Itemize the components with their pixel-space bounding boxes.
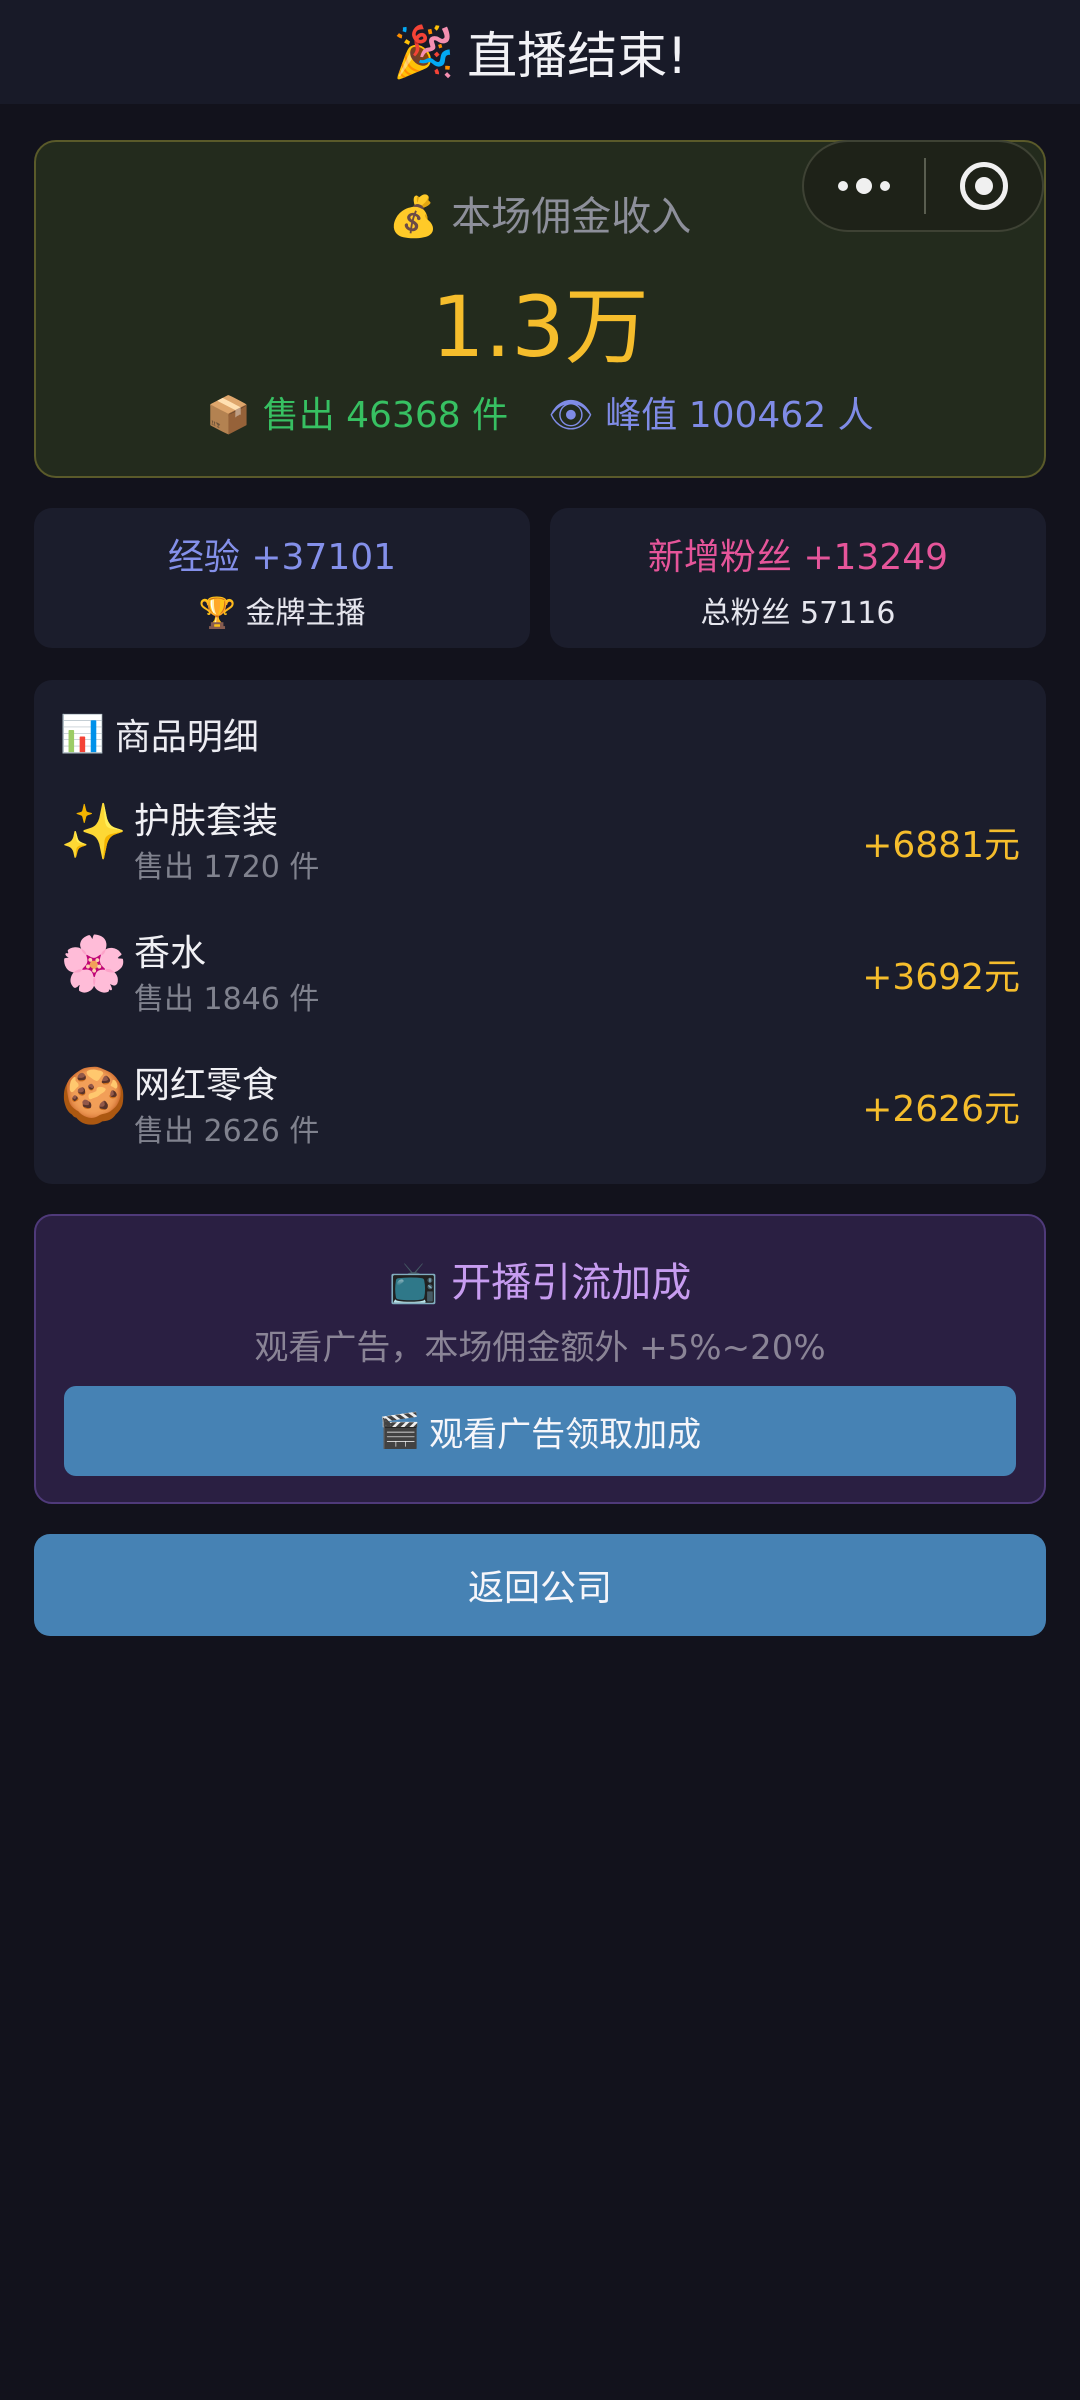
- peak-stat: 👁 峰值 100462 人: [548, 386, 873, 438]
- clapper-board-icon: 🎬: [378, 1411, 422, 1451]
- product-name: 护肤套装: [134, 801, 279, 842]
- bar-chart-icon: 📊: [60, 714, 105, 755]
- product-earnings: +6881元: [862, 825, 1020, 866]
- total-fans: 总粉丝 57116: [700, 596, 896, 631]
- new-fans: 新增粉丝 +13249: [647, 537, 949, 578]
- package-icon: 📦: [206, 395, 252, 436]
- product-earnings: +2626元: [862, 1089, 1020, 1130]
- boost-description: 观看广告，本场佣金额外 +5%~20%: [254, 1328, 826, 1368]
- more-options-icon[interactable]: [804, 178, 924, 194]
- mini-program-capsule: [802, 140, 1044, 232]
- experience-card: 经验 +37101 🏆 金牌主播: [34, 508, 530, 648]
- sparkles-icon: ✨: [60, 800, 128, 863]
- peak-stat-text: 峰值 100462 人: [605, 395, 874, 436]
- product-earnings: +3692元: [862, 957, 1020, 998]
- boost-title-text: 开播引流加成: [451, 1260, 692, 1306]
- tv-icon: 📺: [388, 1260, 439, 1306]
- sold-stat: 📦 售出 46368 件: [206, 386, 508, 438]
- sold-stat-text: 售出 46368 件: [262, 395, 509, 436]
- cookie-icon: 🍪: [60, 1064, 128, 1127]
- product-sold: 售出 2626 件: [134, 1114, 320, 1149]
- cherry-blossom-icon: 🌸: [60, 932, 128, 995]
- close-mini-program-button[interactable]: [926, 162, 1042, 210]
- boost-title: 📺 开播引流加成: [36, 1250, 1044, 1308]
- experience-gain: 经验 +37101: [167, 537, 397, 578]
- page-title: 🎉 直播结束!: [393, 16, 687, 88]
- product-detail-title-text: 商品明细: [114, 717, 259, 758]
- page-title-text: 直播结束!: [467, 27, 688, 85]
- product-detail-title: 📊 商品明细: [60, 708, 259, 760]
- eye-icon: 👁: [548, 395, 594, 436]
- product-sold: 售出 1846 件: [134, 982, 320, 1017]
- list-item: 🍪 网红零食 售出 2626 件 +2626元: [60, 1044, 1020, 1154]
- list-item: ✨ 护肤套装 售出 1720 件 +6881元: [60, 780, 1020, 890]
- target-icon: [960, 162, 1008, 210]
- watch-ad-button-label: 观看广告领取加成: [429, 1414, 702, 1455]
- fans-card: 新增粉丝 +13249 总粉丝 57116: [550, 508, 1046, 648]
- trophy-icon: 🏆: [198, 596, 236, 631]
- money-bag-icon: 💰: [388, 194, 439, 240]
- income-label-text: 本场佣金收入: [451, 194, 692, 240]
- income-stats: 📦 售出 46368 件 👁 峰值 100462 人: [36, 386, 1044, 438]
- product-name: 网红零食: [134, 1065, 279, 1106]
- product-sold: 售出 1720 件: [134, 850, 320, 885]
- return-company-button[interactable]: 返回公司: [34, 1534, 1046, 1636]
- product-detail-card: 📊 商品明细 ✨ 护肤套装 售出 1720 件 +6881元 🌸 香水 售出 1…: [34, 680, 1046, 1184]
- app-header: 🎉 直播结束!: [0, 0, 1080, 104]
- watch-ad-button[interactable]: 🎬 观看广告领取加成: [64, 1386, 1016, 1476]
- streamer-rank-text: 金牌主播: [245, 596, 366, 631]
- stream-boost-card: 📺 开播引流加成 观看广告，本场佣金额外 +5%~20% 🎬 观看广告领取加成: [34, 1214, 1046, 1504]
- list-item: 🌸 香水 售出 1846 件 +3692元: [60, 912, 1020, 1022]
- streamer-rank: 🏆 金牌主播: [34, 588, 530, 632]
- product-name: 香水: [134, 933, 207, 974]
- party-popper-icon: 🎉: [392, 22, 456, 81]
- income-value: 1.3万: [431, 278, 649, 376]
